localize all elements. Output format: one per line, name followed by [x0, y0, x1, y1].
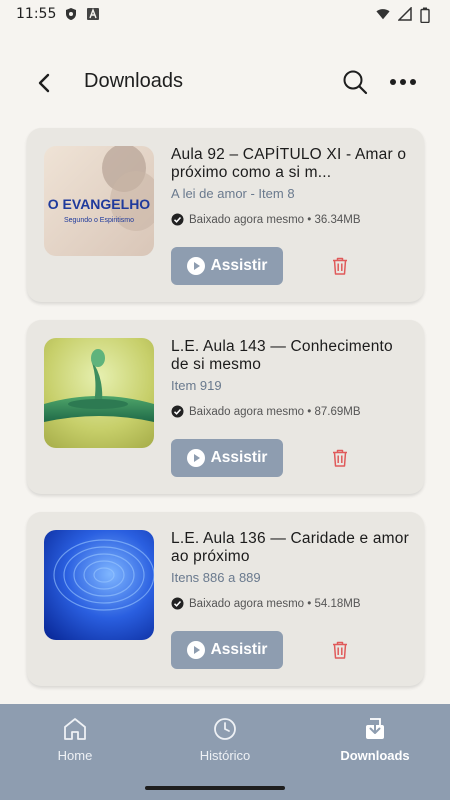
episode-title: L.E. Aula 143 — Conhecimento de si mesmo [171, 338, 393, 373]
episode-thumbnail[interactable] [44, 338, 154, 448]
more-horizontal-icon [390, 79, 416, 85]
nav-item-history[interactable]: Histórico [150, 704, 300, 776]
back-button[interactable] [30, 68, 60, 98]
trash-icon [333, 257, 347, 275]
nav-item-home[interactable]: Home [0, 704, 150, 776]
play-button[interactable]: Assistir [171, 631, 283, 669]
download-status-text: Baixado agora mesmo • 87.69MB [189, 405, 361, 418]
delete-button[interactable] [331, 448, 349, 468]
shield-icon [64, 7, 78, 21]
status-time: 11:55 [16, 6, 57, 22]
check-circle-icon [171, 213, 184, 226]
more-options-button[interactable] [388, 67, 418, 97]
play-button-label: Assistir [210, 641, 268, 658]
check-circle-icon [171, 405, 184, 418]
nav-item-label: Downloads [340, 748, 410, 763]
play-icon [186, 641, 205, 659]
episode-thumbnail[interactable] [44, 530, 154, 640]
search-button[interactable] [340, 67, 370, 97]
download-status-text: Baixado agora mesmo • 54.18MB [189, 597, 361, 610]
episode-title: L.E. Aula 136 — Caridade e amor ao próxi… [171, 530, 409, 565]
download-card[interactable]: L.E. Aula 143 — Conhecimento de si mesmo… [27, 320, 424, 494]
download-status: Baixado agora mesmo • 36.34MB [171, 213, 361, 226]
play-button-label: Assistir [210, 449, 268, 466]
nav-item-label: Home [57, 748, 93, 763]
play-icon [186, 449, 205, 467]
download-status-text: Baixado agora mesmo • 36.34MB [189, 213, 361, 226]
nav-item-label: Histórico [199, 748, 251, 763]
check-circle-icon [171, 597, 184, 610]
home-indicator [145, 786, 285, 790]
episode-subtitle: A lei de amor - Item 8 [171, 186, 295, 201]
play-icon [186, 257, 205, 275]
play-button[interactable]: Assistir [171, 247, 283, 285]
delete-button[interactable] [331, 640, 349, 660]
episode-subtitle: Item 919 [171, 378, 222, 393]
trash-icon [333, 449, 347, 467]
clock-icon [212, 716, 238, 742]
episode-title: Aula 92 – CAPÍTULO XI - Amar o próximo c… [171, 146, 407, 181]
play-button[interactable]: Assistir [171, 439, 283, 477]
play-button-label: Assistir [210, 257, 268, 274]
download-card[interactable]: O EVANGELHO Segundo o Espiritismo Aula 9… [27, 128, 424, 302]
download-list: O EVANGELHO Segundo o Espiritismo Aula 9… [27, 128, 424, 704]
download-card[interactable]: L.E. Aula 136 — Caridade e amor ao próxi… [27, 512, 424, 686]
status-bar: 11:55 [0, 0, 450, 28]
signal-icon [398, 7, 412, 21]
font-icon [86, 7, 100, 21]
arrow-left-icon [38, 73, 50, 93]
battery-icon [420, 7, 434, 23]
search-icon [343, 70, 368, 95]
download-icon [362, 716, 388, 742]
app-header: Downloads [0, 56, 450, 108]
page-title: Downloads [84, 70, 183, 92]
nav-item-downloads[interactable]: Downloads [300, 704, 450, 776]
download-status: Baixado agora mesmo • 87.69MB [171, 405, 361, 418]
thumb-title: O EVANGELHO [48, 196, 151, 212]
download-status: Baixado agora mesmo • 54.18MB [171, 597, 361, 610]
trash-icon [333, 641, 347, 659]
home-icon [62, 716, 88, 742]
episode-thumbnail[interactable]: O EVANGELHO Segundo o Espiritismo [44, 146, 154, 256]
thumb-subtitle: Segundo o Espiritismo [64, 217, 134, 224]
delete-button[interactable] [331, 256, 349, 276]
wifi-icon [376, 7, 390, 21]
episode-subtitle: Itens 886 a 889 [171, 570, 261, 585]
